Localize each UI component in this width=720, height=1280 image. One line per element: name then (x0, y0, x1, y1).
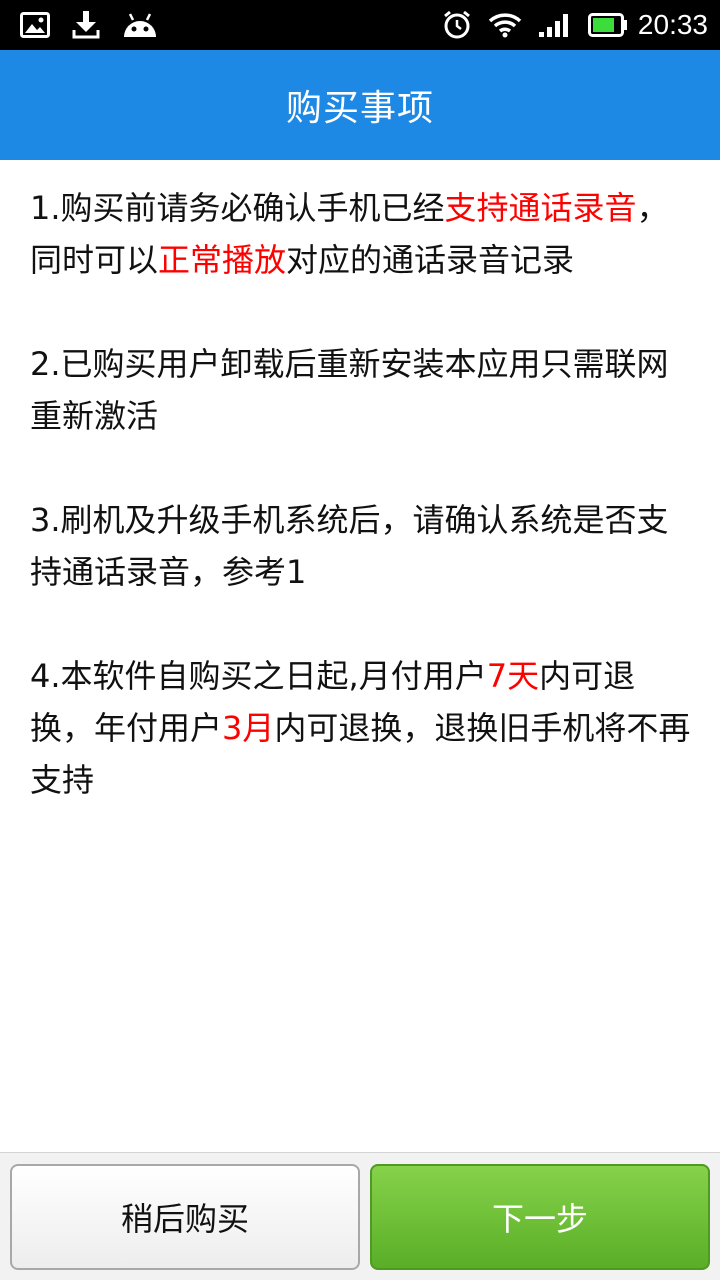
notice-list: 1.购买前请务必确认手机已经支持通话录音，同时可以正常播放对应的通话录音记录 2.… (0, 160, 720, 1150)
status-bar: 20:33 (0, 0, 720, 50)
notice-highlight: 3月 (222, 709, 275, 747)
notice-text: 4.本软件自购买之日起,月付用户 (30, 657, 487, 695)
notice-item: 4.本软件自购买之日起,月付用户7天内可退换，年付用户3月内可退换，退换旧手机将… (30, 650, 694, 806)
page-title: 购买事项 (285, 88, 434, 129)
bottom-bar: 稍后购买 下一步 (0, 1152, 720, 1280)
android-icon (122, 11, 158, 39)
notice-text: 3.刷机及升级手机系统后，请确认系统是否支持通话录音，参考1 (30, 501, 669, 591)
wifi-icon (488, 12, 522, 38)
notice-text: 2.已购买用户卸载后重新安装本应用只需联网重新激活 (30, 345, 669, 435)
notice-highlight: 支持通话录音 (444, 189, 637, 227)
alarm-icon (442, 10, 472, 40)
screen: 20:33 购买事项 1.购买前请务必确认手机已经支持通话录音，同时可以正常播放… (0, 0, 720, 1280)
notice-item: 2.已购买用户卸载后重新安装本应用只需联网重新激活 (30, 338, 694, 442)
status-time: 20:33 (637, 9, 708, 40)
download-icon (72, 10, 100, 40)
buy-later-button[interactable]: 稍后购买 (10, 1164, 360, 1270)
status-right: 20:33 (426, 9, 708, 41)
status-left (20, 10, 180, 40)
notice-item: 1.购买前请务必确认手机已经支持通话录音，同时可以正常播放对应的通话录音记录 (30, 182, 694, 286)
notice-text: 对应的通话录音记录 (286, 241, 575, 279)
notice-highlight: 7天 (486, 657, 540, 695)
signal-icon (538, 12, 572, 38)
notice-item: 3.刷机及升级手机系统后，请确认系统是否支持通话录音，参考1 (30, 494, 694, 598)
next-step-button[interactable]: 下一步 (370, 1164, 710, 1270)
notice-highlight: 正常播放 (158, 241, 287, 279)
notice-text: 1.购买前请务必确认手机已经 (30, 189, 445, 227)
title-bar: 购买事项 (0, 50, 720, 160)
image-icon (20, 12, 50, 38)
battery-icon (587, 13, 628, 37)
